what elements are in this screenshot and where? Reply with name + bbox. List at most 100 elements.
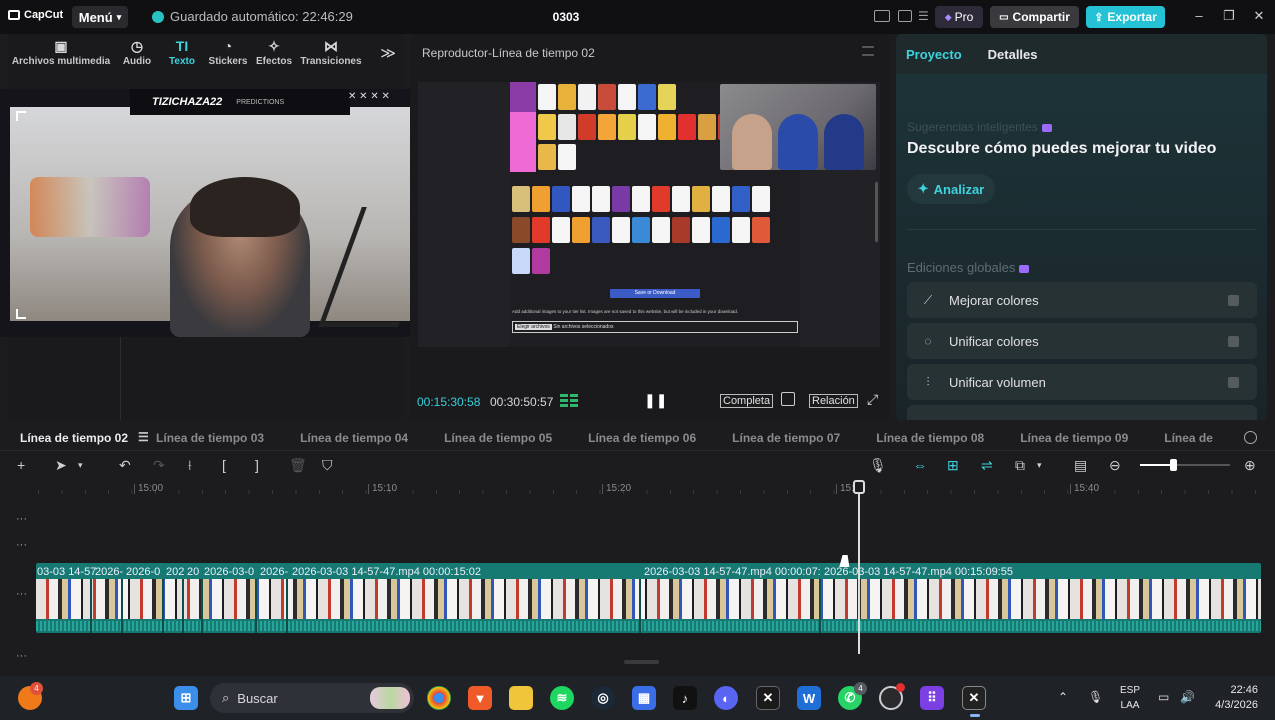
player-menu-icon[interactable]	[862, 46, 874, 56]
chevron-down-icon[interactable]: ▾	[1037, 460, 1042, 471]
option-partial[interactable]	[907, 405, 1257, 420]
track-options-icon[interactable]: ···	[16, 539, 27, 551]
option-toggle[interactable]	[1228, 335, 1239, 347]
microphone-icon[interactable]: 🎙	[869, 457, 887, 474]
clip-boundary[interactable]	[182, 579, 184, 633]
menu-lines-icon[interactable]: ☰	[918, 9, 929, 23]
option-unify-volume[interactable]: ⫶ Unificar volumen	[907, 364, 1257, 400]
quality-button[interactable]: Completa	[720, 394, 774, 408]
clip-boundary[interactable]	[201, 579, 203, 633]
tab-timeline-06[interactable]: Línea de tiempo 06	[588, 431, 696, 445]
main-video-track[interactable]: 03-03 14-57 2026- 2026-0 202 20 2026-03-…	[36, 563, 1261, 633]
pause-button[interactable]: ❚❚	[644, 392, 667, 409]
export-button[interactable]: ⇪ Exportar	[1086, 6, 1165, 28]
close-icon[interactable]: ✕	[1249, 8, 1269, 24]
windows-start-icon[interactable]: ⊞	[174, 686, 198, 710]
magnet-icon[interactable]: ⊞	[947, 457, 959, 474]
tab-media[interactable]: ▣ Archivos multimedia	[8, 34, 114, 74]
preview-axis-icon[interactable]: ⧉	[1015, 457, 1025, 474]
store-icon[interactable]: ▦	[632, 686, 656, 710]
tab-timeline-10[interactable]: Línea de	[1164, 431, 1213, 445]
shield-icon[interactable]: ⛉	[322, 457, 333, 474]
clip-boundary[interactable]	[639, 579, 641, 633]
volume-icon[interactable]: 🔊	[1180, 690, 1195, 704]
ratio-button[interactable]: Relación	[809, 394, 858, 408]
chrome-icon[interactable]	[427, 686, 451, 710]
playhead-handle[interactable]	[853, 480, 865, 494]
clip-boundary[interactable]	[121, 579, 123, 633]
clip-boundary[interactable]	[90, 579, 92, 633]
more-tabs-icon[interactable]: ≫	[380, 44, 396, 62]
chevron-up-icon[interactable]: ⌃	[1058, 690, 1068, 704]
analyze-button[interactable]: ✦ Analizar	[907, 174, 995, 204]
restore-icon[interactable]: ❐	[1219, 8, 1239, 24]
track-options-icon[interactable]: ···	[16, 513, 27, 525]
minimize-icon[interactable]: –	[1189, 8, 1209, 23]
option-toggle[interactable]	[1228, 376, 1239, 388]
tab-timeline-02[interactable]: Línea de tiempo 02	[20, 431, 128, 445]
share-button[interactable]: ▭ Compartir	[990, 6, 1079, 28]
word-icon[interactable]: W	[797, 686, 821, 710]
tab-transitions[interactable]: ⋈ Transiciones	[296, 34, 366, 74]
zoom-slider-knob[interactable]	[1170, 459, 1177, 471]
split-icon[interactable]: ⟊	[188, 457, 192, 474]
microphone-icon[interactable]: 🎙	[1088, 690, 1103, 704]
thumbnail-icon[interactable]: ▤	[1074, 457, 1087, 474]
preview-viewport[interactable]: Save or Download Add additional images t…	[418, 82, 880, 347]
apps-grid-icon[interactable]: ⠿	[920, 686, 944, 710]
language-indicator[interactable]: ESP LAA	[1115, 683, 1145, 713]
file-choose-button[interactable]: Elegir archivos	[515, 324, 552, 330]
trim-right-icon[interactable]: ]	[255, 457, 259, 473]
history-icon[interactable]	[1244, 431, 1257, 444]
option-toggle[interactable]	[1228, 294, 1239, 306]
file-explorer-icon[interactable]	[509, 686, 533, 710]
track-options-icon[interactable]: ···	[16, 588, 27, 600]
network-icon[interactable]: ▭	[1158, 690, 1169, 704]
pro-button[interactable]: ◆ Pro	[935, 6, 983, 28]
fullscreen-icon[interactable]: ⤢	[867, 391, 878, 408]
delete-icon[interactable]: 🗑	[289, 457, 307, 474]
system-clock[interactable]: 22:46 4/3/2026	[1202, 683, 1258, 713]
brave-icon[interactable]: ▼	[468, 686, 492, 710]
steam-icon[interactable]: ◎	[591, 686, 615, 710]
tab-stickers[interactable]: ◔ Stickers	[204, 34, 252, 74]
tab-timeline-09[interactable]: Línea de tiempo 09	[1020, 431, 1128, 445]
option-unify-colors[interactable]: ◌ Unificar colores	[907, 323, 1257, 359]
tab-audio[interactable]: ◷ Audio	[114, 34, 160, 74]
undo-icon[interactable]: ↶	[119, 457, 131, 474]
tab-timeline-04[interactable]: Línea de tiempo 04	[300, 431, 408, 445]
tab-timeline-08[interactable]: Línea de tiempo 08	[876, 431, 984, 445]
save-download-button[interactable]: Save or Download	[610, 289, 700, 298]
auto-snap-icon[interactable]: ⇌	[981, 457, 993, 474]
add-icon[interactable]: +	[17, 457, 25, 473]
tab-details[interactable]: Detalles	[988, 47, 1038, 62]
chevron-down-icon[interactable]: ▾	[78, 460, 83, 471]
zoom-out-icon[interactable]: ⊖	[1109, 457, 1121, 474]
layout-icon[interactable]	[874, 10, 890, 22]
zoom-in-icon[interactable]: ⊕	[1244, 457, 1256, 474]
taskbar-search[interactable]: ⌕ Buscar	[210, 683, 414, 713]
spotify-icon[interactable]: ≋	[550, 686, 574, 710]
track-options-icon[interactable]: ···	[16, 650, 27, 662]
tab-project[interactable]: Proyecto	[906, 47, 962, 62]
link-clips-icon[interactable]: ⇔	[913, 457, 927, 473]
clip-boundary[interactable]	[255, 579, 257, 633]
tab-effects[interactable]: ✧ Efectos	[252, 34, 296, 74]
tab-timeline-07[interactable]: Línea de tiempo 07	[732, 431, 840, 445]
option-enhance-colors[interactable]: ⟋ Mejorar colores	[907, 282, 1257, 318]
clip-boundary[interactable]	[286, 579, 288, 633]
tab-timeline-05[interactable]: Línea de tiempo 05	[444, 431, 552, 445]
menu-button[interactable]: Menú ▾	[72, 6, 128, 28]
playhead-line[interactable]	[858, 486, 860, 654]
clip-boundary[interactable]	[819, 579, 821, 633]
timeline-menu-icon[interactable]: ☰	[138, 430, 149, 444]
select-tool-icon[interactable]: ➤	[55, 457, 67, 474]
trim-left-icon[interactable]: [	[222, 457, 226, 473]
capcut-taskbar-icon[interactable]: ✕	[756, 686, 780, 710]
capcut-active-icon[interactable]: ✕	[962, 686, 986, 710]
keyboard-icon[interactable]	[898, 10, 912, 22]
file-chooser[interactable]: Elegir archivos Sin archivos seleccionad…	[512, 321, 798, 333]
redo-icon[interactable]: ↷	[153, 457, 165, 474]
discord-icon[interactable]: ◐	[714, 686, 738, 710]
preview-scrollbar[interactable]	[875, 182, 878, 242]
